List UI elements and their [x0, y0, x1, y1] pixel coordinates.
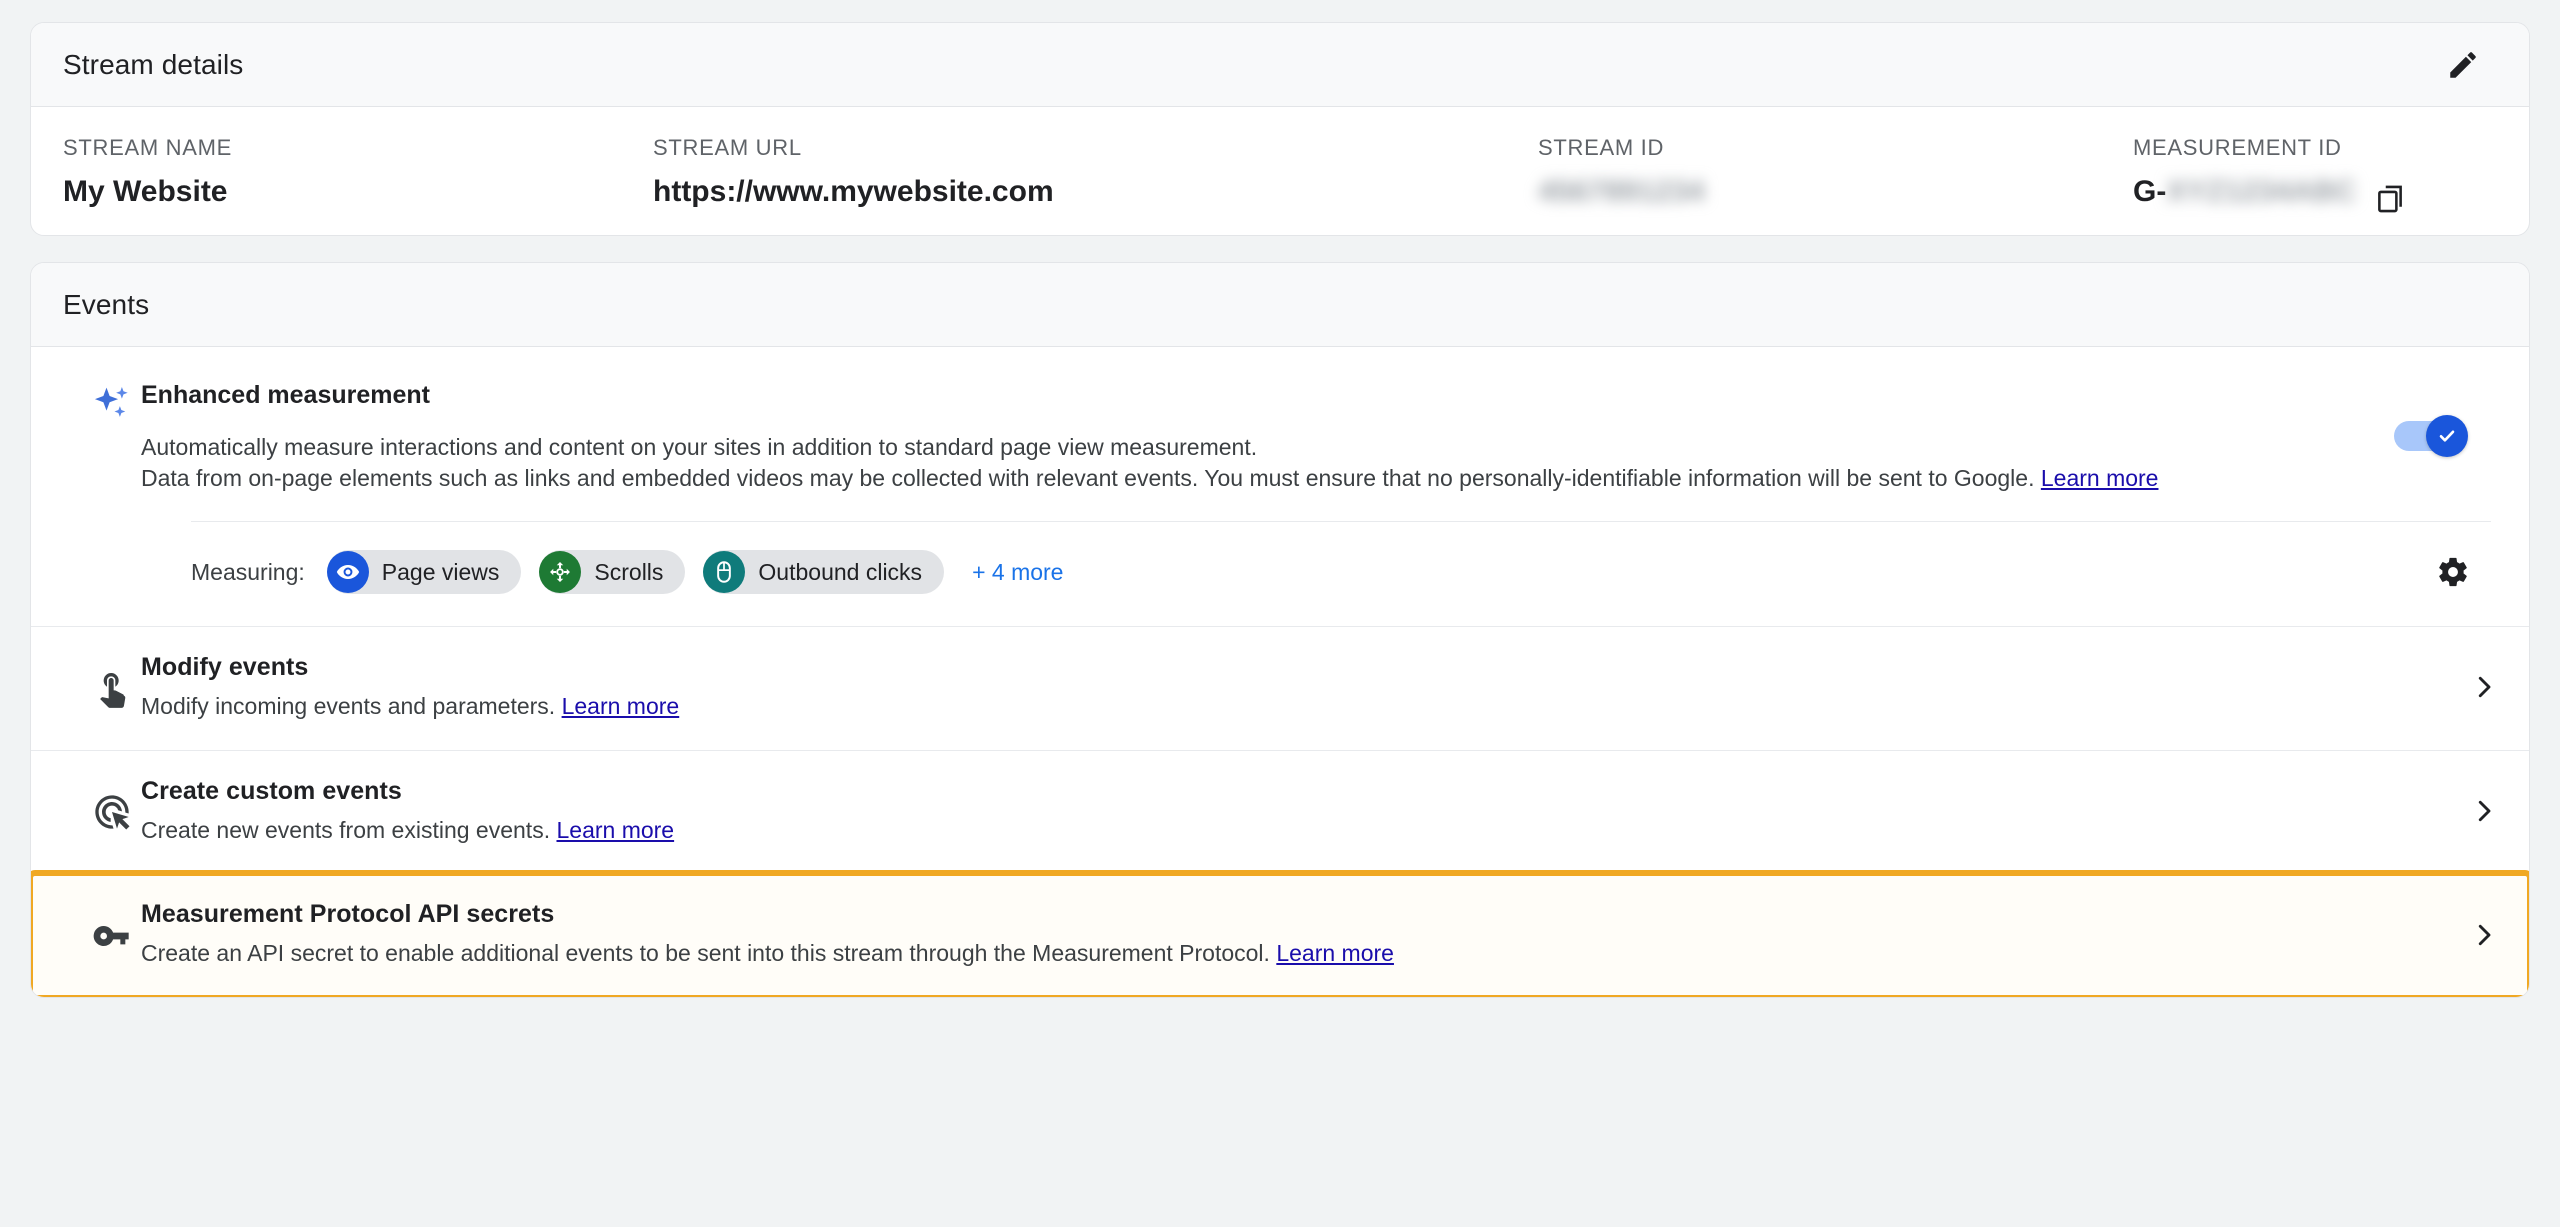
modify-events-body: Modify events Modify incoming events and…	[141, 653, 2439, 722]
eye-icon	[336, 565, 359, 580]
measuring-row: Measuring: Page views Scrolls Outbound c…	[31, 522, 2529, 626]
field-value: G-XYZ1234ABC	[2133, 175, 2356, 208]
toggle-knob	[2426, 415, 2468, 457]
key-icon	[93, 925, 129, 946]
enhanced-measurement-description: Automatically measure interactions and c…	[141, 432, 2299, 493]
list-item-description: Modify incoming events and parameters. L…	[141, 691, 2413, 722]
redacted-measurement-id: XYZ1234ABC	[2166, 175, 2357, 208]
list-item-create-custom-events[interactable]: Create custom events Create new events f…	[31, 750, 2529, 875]
measurement-protocol-chevron-wrap[interactable]	[2439, 920, 2529, 950]
field-value: https://www.mywebsite.com	[653, 175, 1054, 208]
enhanced-measurement-title: Enhanced measurement	[141, 381, 430, 409]
page-root: Stream details STREAM NAME My Website ST…	[0, 0, 2560, 1227]
field-label: STREAM ID	[1538, 135, 1665, 160]
pencil-icon	[2450, 51, 2476, 78]
create-custom-events-chevron-wrap[interactable]	[2439, 796, 2529, 826]
scroll-target-icon-wrap	[539, 551, 582, 594]
chip-page-views[interactable]: Page views	[326, 550, 522, 595]
enhanced-measurement-main: Enhanced measurement Automatically measu…	[31, 381, 2529, 493]
check-icon	[2439, 430, 2455, 442]
eye-icon-wrap	[326, 551, 369, 594]
sparkles-icon-wrap	[83, 383, 141, 427]
description-text: Create new events from existing events.	[141, 816, 557, 843]
ads-click-icon-wrap	[83, 792, 141, 832]
chip-label: Outbound clicks	[758, 558, 923, 585]
measurement-id-row: G-XYZ1234ABC	[2133, 175, 2453, 227]
field-stream-name: STREAM NAME My Website	[63, 135, 653, 208]
list-item-title: Measurement Protocol API secrets	[141, 900, 555, 929]
copy-icon	[2378, 185, 2403, 213]
field-value: My Website	[63, 175, 228, 208]
enhanced-measurement-learn-more-link[interactable]: Learn more	[2041, 465, 2159, 491]
create-custom-events-learn-more-link[interactable]: Learn more	[556, 817, 674, 843]
measuring-label: Measuring:	[191, 558, 305, 585]
touch-app-icon-wrap	[83, 668, 141, 709]
enhanced-measurement-toggle-wrap	[2329, 381, 2529, 457]
page-title: Stream details	[63, 48, 244, 80]
enhanced-measurement-settings-cell	[2425, 544, 2491, 600]
description-text: Data from on-page elements such as links…	[141, 464, 2041, 491]
field-label: STREAM NAME	[63, 135, 233, 160]
redacted-stream-id: 4567891234	[1538, 175, 1705, 208]
field-measurement-id: MEASUREMENT ID G-XYZ1234ABC	[2133, 135, 2453, 227]
events-header: Events	[31, 263, 2529, 347]
description-line-2: Data from on-page elements such as links…	[141, 463, 2299, 494]
measurement-id-prefix: G-	[2133, 175, 2167, 208]
chevron-right-icon	[2478, 924, 2491, 945]
chip-label: Page views	[381, 558, 500, 585]
modify-events-learn-more-link[interactable]: Learn more	[562, 693, 680, 719]
sparkles-icon	[94, 387, 128, 417]
chip-outbound-clicks[interactable]: Outbound clicks	[703, 550, 945, 595]
list-item-modify-events[interactable]: Modify events Modify incoming events and…	[31, 627, 2529, 751]
field-label: STREAM URL	[653, 135, 802, 160]
scroll-target-icon	[550, 562, 571, 583]
list-item-measurement-protocol-api-secrets[interactable]: Measurement Protocol API secrets Create …	[31, 870, 2529, 997]
list-item-title: Modify events	[141, 653, 309, 682]
create-custom-events-body: Create custom events Create new events f…	[141, 777, 2439, 846]
enhanced-measurement-settings-button[interactable]	[2425, 544, 2481, 600]
field-label: MEASUREMENT ID	[2133, 135, 2342, 160]
measuring-more-link[interactable]: + 4 more	[972, 559, 1063, 586]
enhanced-measurement-content: Enhanced measurement Automatically measu…	[141, 381, 2329, 493]
field-value: 4567891234	[1538, 175, 2133, 208]
description-line-1: Automatically measure interactions and c…	[141, 434, 1258, 460]
key-icon-wrap	[83, 916, 141, 956]
stream-details-body: STREAM NAME My Website STREAM URL https:…	[31, 107, 2529, 235]
events-card: Events Enhanced measurement Automaticall…	[30, 262, 2530, 998]
events-title: Events	[63, 288, 150, 320]
mouse-icon	[717, 561, 732, 583]
enhanced-measurement-toggle[interactable]	[2394, 415, 2468, 457]
list-item-description: Create new events from existing events. …	[141, 815, 2413, 846]
field-stream-id: STREAM ID 4567891234	[1538, 135, 2133, 208]
copy-measurement-id-button[interactable]	[2362, 171, 2418, 227]
field-stream-url: STREAM URL https://www.mywebsite.com	[653, 135, 1538, 208]
measurement-protocol-body: Measurement Protocol API secrets Create …	[141, 900, 2439, 969]
list-item-description: Create an API secret to enable additiona…	[141, 938, 2413, 969]
chevron-right-icon	[2478, 800, 2491, 822]
stream-details-card: Stream details STREAM NAME My Website ST…	[30, 22, 2530, 236]
measurement-protocol-learn-more-link[interactable]: Learn more	[1276, 940, 1394, 966]
mouse-icon-wrap	[703, 551, 746, 594]
enhanced-measurement-row: Enhanced measurement Automatically measu…	[31, 347, 2529, 628]
edit-stream-button[interactable]	[2435, 37, 2491, 93]
ads-click-icon	[95, 795, 130, 830]
list-item-title: Create custom events	[141, 776, 402, 805]
touch-app-icon	[100, 673, 126, 709]
chip-scrolls[interactable]: Scrolls	[539, 550, 686, 595]
modify-events-chevron-wrap[interactable]	[2439, 672, 2529, 702]
stream-details-header: Stream details	[31, 23, 2529, 107]
gear-icon	[2439, 557, 2467, 587]
chevron-right-icon	[2478, 677, 2491, 698]
chip-label: Scrolls	[594, 558, 664, 585]
description-text: Modify incoming events and parameters.	[141, 693, 562, 720]
description-text: Create an API secret to enable additiona…	[141, 940, 1277, 967]
